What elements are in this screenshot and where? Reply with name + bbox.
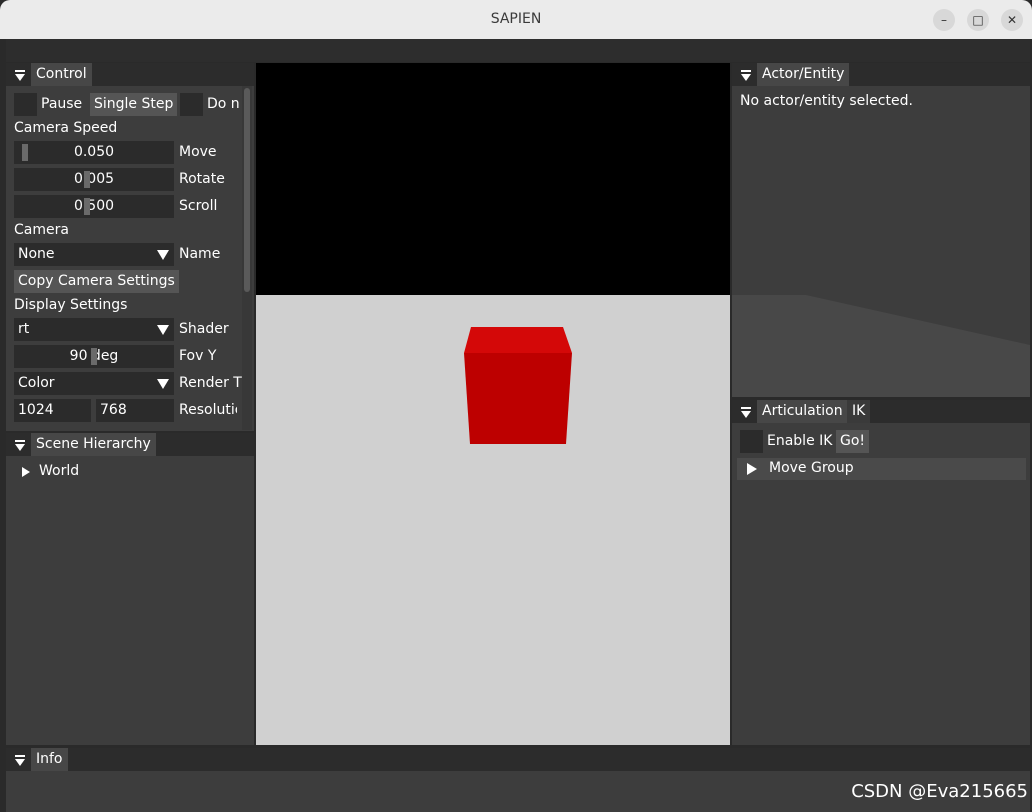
enable-ik-checkbox[interactable] — [740, 430, 763, 453]
scroll-speed-value: 0.500 — [73, 198, 115, 214]
info-collapse-button[interactable] — [9, 748, 31, 771]
window-title: SAPIEN — [490, 11, 542, 27]
camera-chevron-down-icon[interactable] — [152, 243, 174, 266]
minimize-icon: – — [941, 13, 947, 27]
single-step-button[interactable]: Single Step — [90, 93, 178, 116]
scene-hierarchy-collapse-button[interactable] — [9, 433, 31, 456]
resolution-height-input[interactable]: 768 — [96, 399, 174, 422]
render-target-select[interactable]: Color — [14, 372, 152, 395]
rotate-speed-label: Rotate — [179, 171, 225, 187]
actor-entity-collapse-button[interactable] — [735, 63, 757, 86]
slider-grab — [84, 198, 90, 215]
do-checkbox[interactable] — [180, 93, 203, 116]
collapse-bar-icon — [15, 755, 25, 757]
collapse-triangle-icon — [741, 74, 751, 81]
articulation-collapse-button[interactable] — [735, 400, 757, 423]
move-speed-slider[interactable]: 0.050 — [14, 141, 174, 164]
minimize-button[interactable]: – — [933, 9, 955, 31]
pause-label: Pause — [41, 96, 83, 112]
scene-render — [256, 63, 730, 745]
tab-scene-hierarchy[interactable]: Scene Hierarchy — [31, 433, 156, 456]
scene-hierarchy-panel — [6, 433, 254, 745]
shader-label: Shader — [179, 321, 229, 337]
shader-select[interactable]: rt — [14, 318, 152, 341]
slider-grab — [22, 144, 28, 161]
slider-grab — [84, 171, 90, 188]
fov-slider[interactable]: 90 deg — [14, 345, 174, 368]
rotate-speed-value: 0.005 — [73, 171, 115, 187]
do-label: Do n — [207, 96, 240, 112]
collapse-bar-icon — [741, 407, 751, 409]
scroll-speed-label: Scroll — [179, 198, 218, 214]
camera-name-label: Name — [179, 246, 221, 262]
camera-title: Camera — [14, 222, 69, 238]
collapse-triangle-icon — [15, 74, 25, 81]
tab-articulation[interactable]: Articulation — [757, 400, 848, 423]
resolution-label: Resolutic — [179, 402, 237, 418]
tab-actor-entity[interactable]: Actor/Entity — [757, 63, 850, 86]
render-target-chevron-down-icon[interactable] — [152, 372, 174, 395]
menu-bar — [6, 39, 1030, 62]
display-settings-title: Display Settings — [14, 297, 128, 313]
pause-checkbox[interactable] — [14, 93, 37, 116]
fov-label: Fov Y — [179, 348, 217, 364]
camera-speed-title: Camera Speed — [14, 120, 118, 136]
move-group-expand-icon — [747, 463, 757, 475]
control-scrollbar-thumb[interactable] — [244, 88, 250, 292]
enable-ik-label: Enable IK — [767, 433, 833, 449]
move-group-label: Move Group — [769, 460, 854, 476]
shader-chevron-down-icon[interactable] — [152, 318, 174, 341]
move-speed-value: 0.050 — [73, 144, 115, 160]
collapse-bar-icon — [15, 70, 25, 72]
cube-top-face — [464, 327, 572, 353]
tree-item-world[interactable]: World — [39, 463, 79, 479]
cube-front-face — [464, 353, 572, 444]
maximize-icon: □ — [972, 13, 984, 27]
render-viewport[interactable] — [256, 63, 730, 745]
collapse-triangle-icon — [15, 759, 25, 766]
slider-grab — [91, 348, 97, 365]
copy-camera-settings-button[interactable]: Copy Camera Settings — [14, 270, 179, 293]
no-selection-message: No actor/entity selected. — [740, 93, 913, 109]
collapse-bar-icon — [741, 70, 751, 72]
control-collapse-button[interactable] — [9, 63, 31, 86]
collapse-triangle-icon — [15, 444, 25, 451]
actor-entity-panel — [732, 63, 1030, 397]
info-header — [6, 748, 1030, 771]
render-target-label: Render T — [179, 375, 242, 391]
collapse-bar-icon — [15, 440, 25, 442]
tab-control[interactable]: Control — [31, 63, 92, 86]
close-button[interactable]: ✕ — [1001, 9, 1023, 31]
move-group-header[interactable]: Move Group — [737, 458, 1026, 480]
panel-backdrop — [732, 295, 1030, 397]
sky-background — [256, 63, 730, 295]
maximize-button[interactable]: □ — [967, 9, 989, 31]
camera-select[interactable]: None — [14, 243, 152, 266]
tree-expand-icon[interactable] — [22, 467, 30, 477]
watermark: CSDN @Eva215665 — [851, 781, 1028, 802]
move-speed-label: Move — [179, 144, 217, 160]
rotate-speed-slider[interactable]: 0.005 — [14, 168, 174, 191]
close-icon: ✕ — [1006, 13, 1018, 27]
articulation-panel — [732, 400, 1030, 745]
collapse-triangle-icon — [741, 411, 751, 418]
tab-info[interactable]: Info — [31, 748, 68, 771]
tab-ik[interactable]: IK — [847, 400, 871, 423]
scroll-speed-slider[interactable]: 0.500 — [14, 195, 174, 218]
resolution-width-input[interactable]: 1024 — [14, 399, 91, 422]
go-button[interactable]: Go! — [836, 430, 870, 453]
